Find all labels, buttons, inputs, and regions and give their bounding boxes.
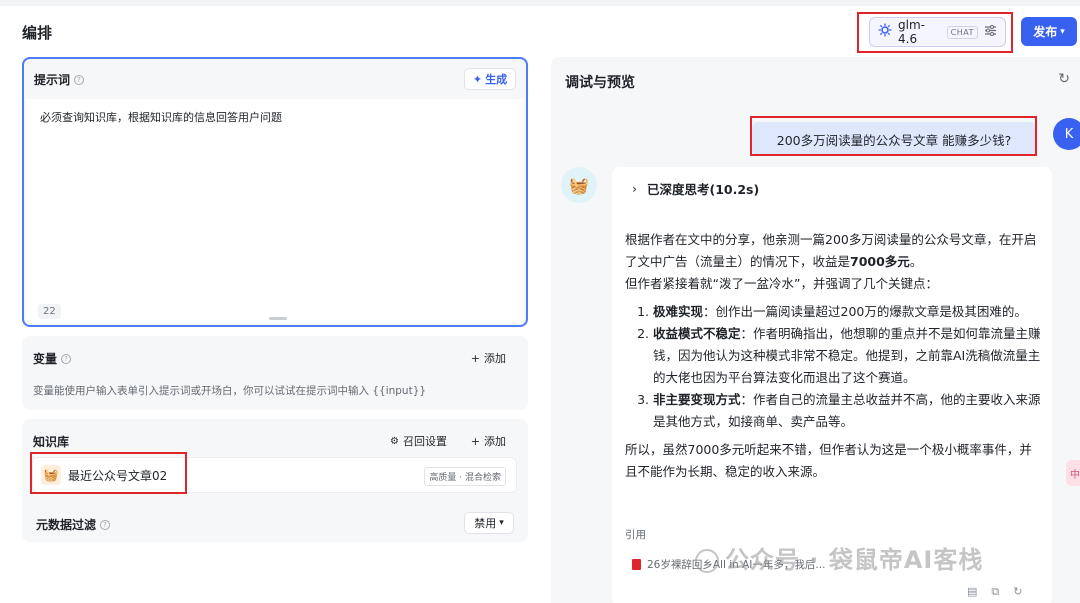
metadata-filter-select[interactable]: 禁用 ▾ <box>464 512 514 534</box>
answer-text: 根据作者在文中的分享，他亲测一篇200多万阅读量的公众号文章，在开启了文中广告（… <box>625 229 1041 483</box>
watermark-text: 公众号 · 袋鼠帝AI客栈 <box>725 546 984 574</box>
variables-card: 变量 ? + 添加 变量能使用户输入表单引入提示词或开场白，你可以试试在提示词中… <box>22 336 528 410</box>
wechat-icon <box>695 549 719 573</box>
document-icon[interactable]: ▤ <box>967 585 977 599</box>
answer-text-1a: 根据作者在文中的分享，他亲测一篇200多万阅读量的公众号文章，在开启了文中广告（… <box>625 232 1037 269</box>
citation-label: 引用 <box>625 529 646 541</box>
watermark: 公众号 · 袋鼠帝AI客栈 <box>695 540 983 575</box>
recall-settings-label: 召回设置 <box>403 435 447 448</box>
info-icon[interactable]: ? <box>61 353 72 364</box>
answer-paragraph: 根据作者在文中的分享，他亲测一篇200多万阅读量的公众号文章，在开启了文中广告（… <box>625 229 1041 273</box>
info-icon[interactable]: ? <box>100 519 111 530</box>
page-title: 编排 <box>22 24 53 42</box>
pdf-icon <box>632 558 641 570</box>
metadata-filter-header: 元数据过滤 ? <box>36 516 111 533</box>
publish-button[interactable]: 发布 ▾ <box>1021 17 1077 46</box>
message-actions: ▤ ⧉ ↻ <box>967 585 1022 599</box>
add-knowledge-label: 添加 <box>484 435 506 448</box>
chevron-down-icon: ▾ <box>1060 26 1065 37</box>
list-item: 收益模式不稳定：作者明确指出，他想聊的重点并不是如何靠流量主赚钱，因为他认为这种… <box>653 323 1041 389</box>
top-strip <box>0 0 1080 6</box>
list-item-title: 极难实现 <box>653 304 704 319</box>
list-item: 极难实现：创作出一篇阅读量超过200万的爆款文章是极其困难的。 <box>653 301 1041 323</box>
chevron-right-icon: › <box>632 181 637 196</box>
generate-button[interactable]: ✦ 生成 <box>464 68 516 90</box>
sparkle-icon: ✦ <box>472 72 483 86</box>
list-item-text: ：创作出一篇阅读量超过200万的爆款文章是极其困难的。 <box>703 304 1027 319</box>
plus-icon: + <box>470 434 480 448</box>
answer-conclusion: 所以，虽然7000多元听起来不错，但作者认为这是一个极小概率事件，并且不能作为长… <box>625 442 1032 479</box>
variables-description: 变量能使用户输入表单引入提示词或开场白，你可以试试在提示词中输入 {{input… <box>33 385 427 397</box>
answer-list: 极难实现：创作出一篇阅读量超过200万的爆款文章是极其困难的。 收益模式不稳定：… <box>653 301 1041 433</box>
publish-label: 发布 <box>1033 25 1058 39</box>
knowledge-highlight-box <box>30 452 187 494</box>
answer-paragraph: 但作者紧接着就“泼了一盆冷水”，并强调了几个关键点： <box>625 276 938 291</box>
chevron-down-icon: ▾ <box>499 518 504 528</box>
user-message-highlight-box <box>750 116 1037 156</box>
variables-title: 变量 <box>33 352 58 366</box>
preview-title: 调试与预览 <box>565 75 635 91</box>
regenerate-icon[interactable]: ↻ <box>1013 585 1022 599</box>
metadata-filter-title: 元数据过滤 <box>36 518 97 532</box>
list-item-title: 非主要变现方式 <box>653 392 741 407</box>
answer-bold-amount: 7000多元 <box>850 254 910 269</box>
model-highlight-box <box>857 12 1013 53</box>
prompt-header: 提示词 ? <box>34 71 85 88</box>
think-label: 已深度思考(10.2s) <box>647 182 760 197</box>
retrieval-mode-tag: 高质量 · 混合检索 <box>424 467 506 486</box>
metadata-select-value: 禁用 <box>474 517 497 530</box>
resize-handle[interactable] <box>269 317 287 320</box>
copy-icon[interactable]: ⧉ <box>991 585 999 599</box>
plus-icon: + <box>470 351 480 365</box>
list-item: 非主要变现方式：作者自己的流量主总收益并不高，他的主要收入来源是其他方式，如接商… <box>653 389 1041 433</box>
info-icon[interactable]: ? <box>74 74 85 85</box>
bot-message: › 已深度思考(10.2s) 根据作者在文中的分享，他亲测一篇200多万阅读量的… <box>612 167 1052 603</box>
recall-settings-button[interactable]: ⚙ 召回设置 <box>390 433 447 449</box>
sliders-icon: ⚙ <box>390 435 399 447</box>
char-count: 22 <box>38 304 61 319</box>
prompt-card: 提示词 ? ✦ 生成 必须查询知识库，根据知识库的信息回答用户问题 22 <box>22 57 528 327</box>
answer-text-1c: 。 <box>909 254 923 269</box>
prompt-text: 必须查询知识库，根据知识库的信息回答用户问题 <box>40 111 282 124</box>
bot-avatar: 🧺 <box>561 167 597 203</box>
knowledge-title: 知识库 <box>33 435 70 449</box>
prompt-title: 提示词 <box>34 73 71 87</box>
generate-label: 生成 <box>485 73 508 86</box>
add-knowledge-button[interactable]: + 添加 <box>471 433 506 449</box>
side-badge[interactable]: 中 <box>1066 460 1080 486</box>
add-variable-button[interactable]: + 添加 <box>471 350 506 366</box>
prompt-textarea[interactable]: 必须查询知识库，根据知识库的信息回答用户问题 22 <box>26 99 524 323</box>
list-item-title: 收益模式不稳定 <box>653 326 741 341</box>
refresh-icon[interactable]: ↻ <box>1058 71 1070 87</box>
variables-header: 变量 ? <box>33 350 72 367</box>
deep-think-toggle[interactable]: › 已深度思考(10.2s) <box>632 179 759 198</box>
user-avatar: K <box>1053 118 1080 150</box>
add-variable-label: 添加 <box>484 352 506 365</box>
